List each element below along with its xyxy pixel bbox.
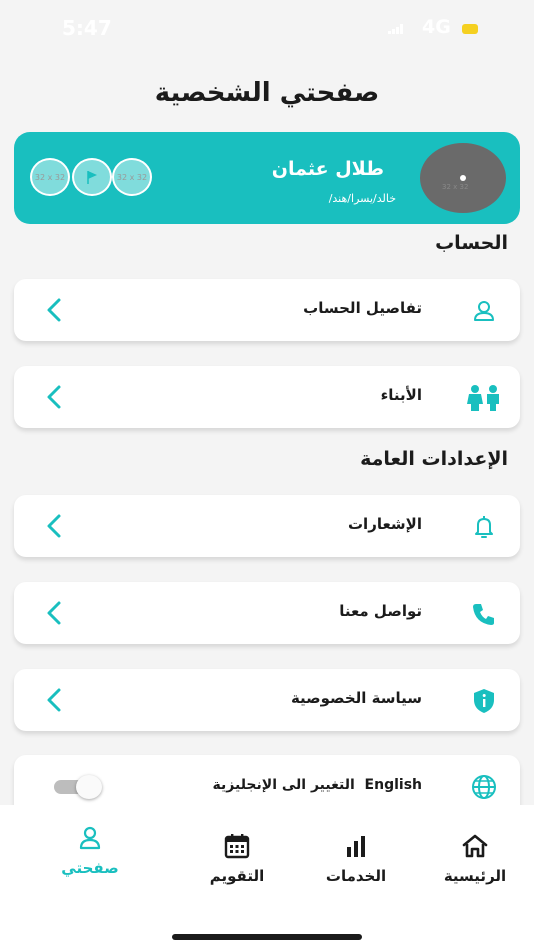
page-title: صفحتي الشخصية: [154, 78, 380, 108]
nav-home[interactable]: الرئيسية: [420, 833, 530, 903]
section-general-settings: الإعدادات العامة: [360, 448, 508, 470]
avatar-placeholder: 32 x 32: [442, 183, 469, 191]
network-type: 4G: [422, 16, 451, 38]
nav-services-label: الخدمات: [325, 867, 387, 885]
notifications-label: الإشعارات: [347, 515, 422, 533]
battery-icon: [462, 24, 478, 34]
notifications-row[interactable]: الإشعارات: [14, 495, 520, 557]
account-details-label: تفاصيل الحساب: [303, 299, 422, 317]
globe-icon: [472, 775, 496, 799]
contact-us-label: تواصل معنا: [339, 602, 422, 620]
nav-my-page[interactable]: صفحتي: [35, 825, 145, 895]
status-bar: 5:47 4G: [0, 0, 534, 60]
signal-icon: [388, 24, 403, 34]
language-label: التغيير الى الإنجليزية English: [213, 777, 422, 793]
children-label: الأبناء: [380, 386, 422, 404]
language-english-label: English: [364, 777, 422, 793]
nav-my-page-label: صفحتي: [61, 859, 119, 877]
nav-calendar[interactable]: التقويم: [182, 833, 292, 903]
account-details-row[interactable]: تفاصيل الحساب: [14, 279, 520, 341]
language-change-label: التغيير الى الإنجليزية: [212, 777, 355, 793]
profile-card[interactable]: 32 x 32 طلال عثمان خالد/يسرا/هند/ 32 x 3…: [14, 132, 520, 224]
children-row[interactable]: الأبناء: [14, 366, 520, 428]
nav-services[interactable]: الخدمات: [301, 833, 411, 903]
children-icon: [467, 385, 499, 411]
shield-icon: [474, 689, 494, 713]
chevron-left-icon: [47, 688, 61, 712]
home-indicator[interactable]: [172, 934, 362, 940]
bell-icon: [475, 516, 493, 538]
children-avatars[interactable]: 32 x 32 32 x 32: [26, 158, 156, 196]
nav-calendar-label: التقويم: [209, 867, 265, 885]
chart-icon: [347, 836, 365, 857]
profile-name: طلال عثمان: [271, 158, 384, 180]
privacy-policy-label: سياسة الخصوصية: [290, 689, 422, 707]
status-time: 5:47: [62, 16, 112, 40]
privacy-policy-row[interactable]: سياسة الخصوصية: [14, 669, 520, 731]
bottom-nav: الرئيسية الخدمات التقويم صفحتي: [0, 805, 534, 950]
home-icon: [462, 834, 488, 858]
calendar-icon: [224, 834, 250, 859]
toggle-knob: [76, 775, 102, 799]
user-icon: [79, 826, 101, 850]
profile-children: خالد/يسرا/هند/: [328, 192, 396, 205]
avatar[interactable]: 32 x 32: [420, 143, 506, 213]
chevron-left-icon: [47, 514, 61, 538]
child-avatar[interactable]: 32 x 32: [30, 158, 70, 196]
nav-home-label: الرئيسية: [443, 867, 507, 885]
child-avatar[interactable]: 32 x 32: [112, 158, 152, 196]
flag-icon: [87, 171, 97, 184]
child-avatar[interactable]: [72, 158, 112, 196]
chevron-left-icon: [47, 298, 61, 322]
phone-icon: [473, 604, 494, 625]
avatar-dot: [460, 175, 466, 181]
user-icon: [474, 301, 494, 321]
chevron-left-icon: [47, 385, 61, 409]
language-toggle[interactable]: [54, 775, 104, 799]
contact-us-row[interactable]: تواصل معنا: [14, 582, 520, 644]
chevron-left-icon: [47, 601, 61, 625]
section-account: الحساب: [435, 232, 508, 254]
